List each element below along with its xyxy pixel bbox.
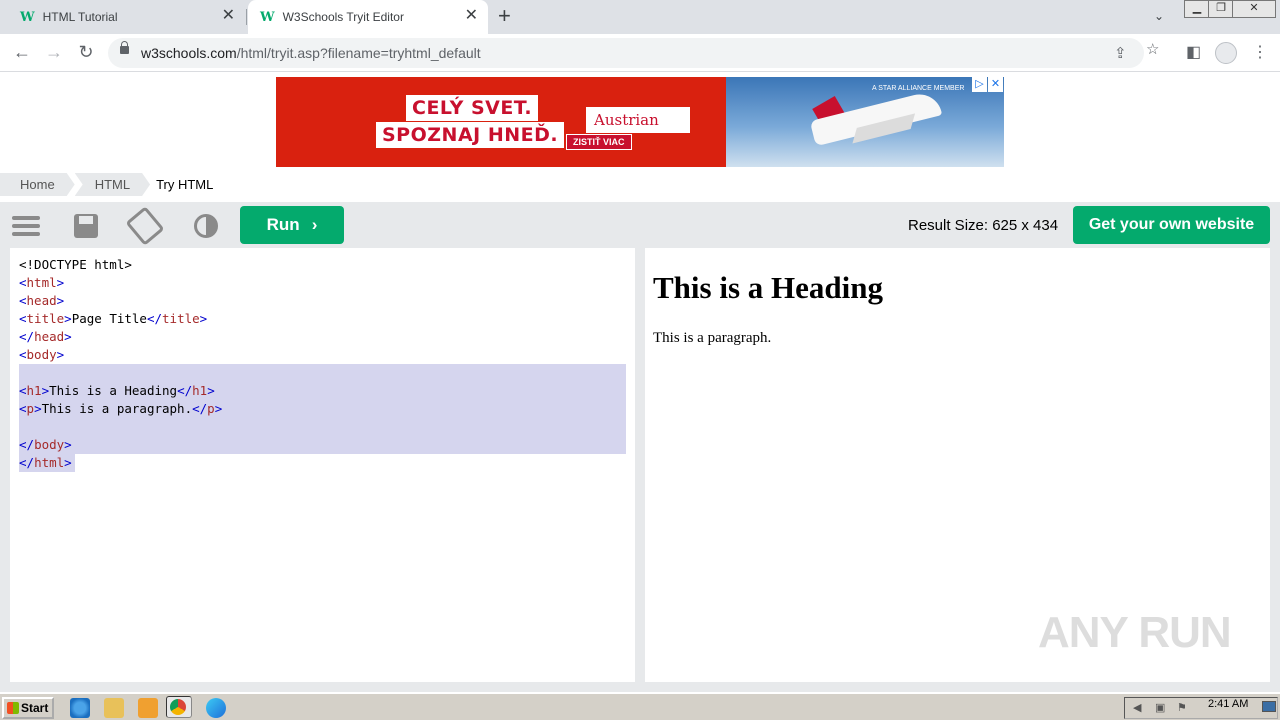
restore-window-button[interactable]: ❐ — [1208, 0, 1234, 18]
close-window-button[interactable]: ✕ — [1232, 0, 1276, 18]
taskbar-clock: 2:41 AM — [1208, 698, 1249, 710]
tab-tryit-editor[interactable]: W W3Schools Tryit Editor ✕ — [248, 0, 488, 34]
side-panel-icon[interactable]: ◧ — [1186, 42, 1201, 62]
address-bar-row: ← → ↻ w3schools.com/html/tryit.asp?filen… — [0, 34, 1280, 72]
breadcrumb-current: Try HTML — [156, 177, 214, 192]
tab-separator — [246, 9, 247, 25]
breadcrumb: Home HTML Try HTML — [0, 173, 233, 196]
flag-icon[interactable]: ⚑ — [1177, 702, 1191, 714]
bookmark-star-icon[interactable]: ☆ — [1146, 40, 1159, 58]
code-line[interactable]: </head> — [19, 328, 626, 346]
new-tab-button[interactable]: + — [498, 5, 511, 27]
result-heading: This is a Heading — [653, 270, 883, 305]
ad-alliance-text: A STAR ALLIANCE MEMBER — [872, 85, 965, 92]
theme-contrast-icon[interactable] — [194, 214, 218, 238]
anyrun-watermark: ANY RUN — [1038, 608, 1232, 657]
windows-logo-icon — [7, 702, 19, 714]
system-tray: ◀ ▣ ⚑ — [1124, 697, 1278, 719]
chrome-icon[interactable] — [166, 696, 192, 718]
code-line[interactable]: <body> — [19, 346, 626, 364]
code-editor[interactable]: <!DOCTYPE html> <html> <head> <title>Page T… — [10, 248, 635, 682]
edge-icon[interactable] — [206, 698, 226, 718]
rotate-layout-icon[interactable] — [125, 206, 165, 246]
url-host: w3schools.com — [141, 45, 237, 61]
w3schools-favicon-icon: W — [260, 9, 275, 25]
start-label: Start — [21, 701, 49, 715]
network-icon[interactable]: ▣ — [1155, 702, 1169, 714]
code-line[interactable]: </html> — [19, 454, 75, 472]
close-tab-icon[interactable]: ✕ — [222, 8, 235, 24]
code-line[interactable]: </body> — [19, 436, 626, 454]
result-paragraph: This is a paragraph. — [653, 330, 772, 346]
chrome-logo — [170, 699, 186, 715]
start-button[interactable]: Start — [2, 697, 54, 719]
browser-menu-icon[interactable]: ⋮ — [1252, 42, 1268, 62]
code-line[interactable]: <p>This is a paragraph.</p> — [19, 400, 626, 418]
ie-icon[interactable] — [70, 698, 90, 718]
w3schools-favicon-icon: W — [20, 9, 35, 25]
browser-tab-strip: W HTML Tutorial ✕ W W3Schools Tryit Edit… — [0, 0, 1280, 34]
url-text[interactable]: w3schools.com/html/tryit.asp?filename=tr… — [141, 45, 481, 61]
code-line[interactable]: <!DOCTYPE html> — [19, 256, 626, 274]
lock-icon[interactable] — [120, 41, 129, 54]
minimize-window-button[interactable]: ▁ — [1184, 0, 1210, 18]
back-icon[interactable]: ← — [12, 42, 32, 62]
code-line[interactable] — [19, 364, 626, 382]
screen: W HTML Tutorial ✕ W W3Schools Tryit Edit… — [0, 0, 1280, 720]
show-desktop-icon[interactable] — [1262, 701, 1276, 712]
breadcrumb-html[interactable]: HTML — [75, 173, 150, 196]
editor-toolbar: Run › Result Size: 625 x 434 Get your ow… — [0, 202, 1280, 248]
run-button[interactable]: Run › — [240, 206, 344, 244]
ad-headline-1: CELÝ SVET. — [406, 95, 539, 121]
run-label: Run — [266, 215, 300, 234]
result-size-text: Result Size: 625 x 434 — [908, 217, 1059, 234]
tab-title: W3Schools Tryit Editor — [282, 10, 404, 24]
folder-icon[interactable] — [104, 698, 124, 718]
breadcrumb-home[interactable]: Home — [0, 173, 75, 196]
code-lines[interactable]: <!DOCTYPE html> <html> <head> <title>Page T… — [19, 256, 626, 472]
tab-title: HTML Tutorial — [42, 10, 118, 24]
windows-taskbar: Start ◀ ▣ ⚑ 2:41 AM — [0, 692, 1280, 720]
url-path: /html/tryit.asp?filename=tryhtml_default — [236, 45, 481, 61]
code-line[interactable]: <h1>This is a Heading</h1> — [19, 382, 626, 400]
save-icon[interactable] — [74, 214, 98, 238]
tab-html-tutorial[interactable]: W HTML Tutorial ✕ — [10, 0, 245, 34]
menu-hamburger-icon[interactable] — [12, 212, 40, 240]
ad-cta-button[interactable]: ZISTIŤ VIAC — [566, 134, 632, 150]
code-line[interactable]: <head> — [19, 292, 626, 310]
share-icon[interactable]: ⇪ — [1114, 44, 1127, 62]
volume-icon[interactable]: ◀ — [1133, 702, 1147, 714]
ad-headline-2: SPOZNAJ HNEĎ. — [376, 122, 565, 148]
advertisement-banner[interactable]: A STAR ALLIANCE MEMBER CELÝ SVET. SPOZNA… — [276, 77, 1004, 167]
profile-avatar-icon[interactable] — [1215, 42, 1237, 64]
ad-close-icon[interactable]: ✕ — [988, 77, 1003, 92]
close-tab-icon[interactable]: ✕ — [465, 8, 478, 24]
chevron-right-icon: › — [311, 215, 318, 234]
tab-search-chevron-icon[interactable]: ⌄ — [1154, 9, 1164, 23]
forward-icon[interactable]: → — [44, 42, 64, 62]
adchoices-icon[interactable]: ▷ — [972, 77, 987, 92]
get-your-own-website-button[interactable]: Get your own website — [1073, 206, 1270, 244]
url-omnibox[interactable]: w3schools.com/html/tryit.asp?filename=tr… — [108, 38, 1144, 68]
reload-icon[interactable]: ↻ — [76, 42, 96, 62]
code-line[interactable]: <title>Page Title</title> — [19, 310, 626, 328]
code-line[interactable] — [19, 418, 626, 436]
ad-brand-logo: Austrian — [586, 107, 690, 133]
media-icon[interactable] — [138, 698, 158, 718]
code-line[interactable]: <html> — [19, 274, 626, 292]
